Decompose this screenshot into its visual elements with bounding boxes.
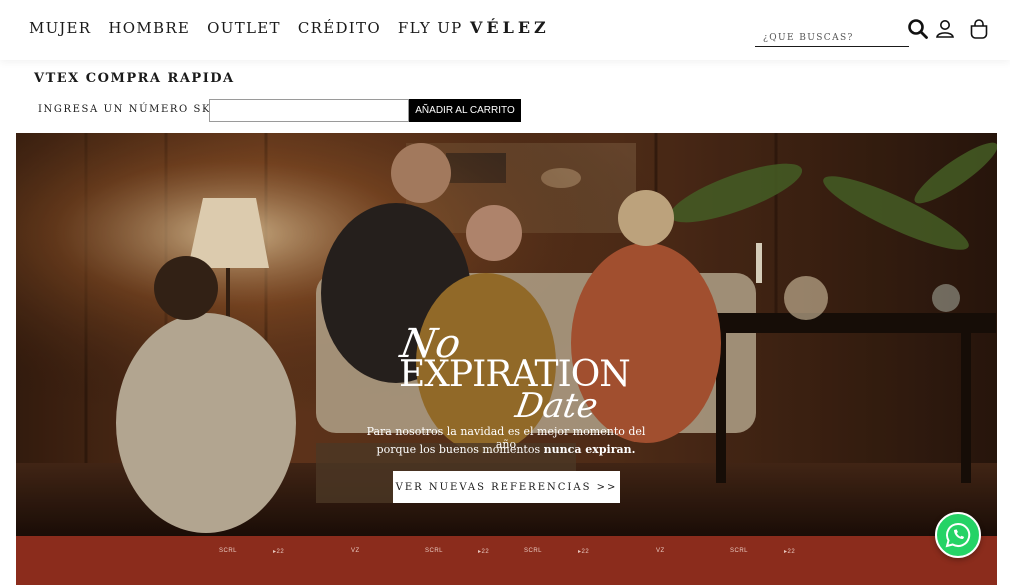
brand-logo-item: SCRL [524, 548, 543, 554]
brand-logo-item: SCRL [425, 548, 444, 554]
view-new-references-button[interactable]: VER NUEVAS REFERENCIAS >> [393, 471, 620, 503]
search-icon[interactable] [907, 18, 929, 40]
nav-hombre[interactable]: HOMBRE [108, 19, 190, 37]
sku-label: INGRESA UN NÚMERO SKU [38, 104, 221, 115]
brand-logo-item: ▸22 [578, 549, 590, 555]
nav-outlet[interactable]: OUTLET [207, 19, 281, 37]
brand-logo-item: SCRL [730, 548, 749, 554]
brand-logo-item: VZ [656, 548, 665, 554]
main-nav: MUJER HOMBRE OUTLET CRÉDITO FLY UP [29, 19, 463, 37]
whatsapp-icon [945, 522, 971, 548]
search-bar [755, 25, 909, 47]
add-to-cart-button[interactable]: AÑADIR AL CARRITO [409, 99, 521, 122]
search-input[interactable] [755, 25, 909, 47]
hero-banner[interactable]: No EXPIRATION Date Para nosotros la navi… [16, 133, 997, 536]
whatsapp-button[interactable] [935, 512, 981, 558]
nav-mujer[interactable]: MUJER [29, 19, 91, 37]
brand-logo-item: ▸22 [784, 549, 796, 555]
brand-logo-item: ▸22 [273, 549, 285, 555]
quick-buy-title: VTEX COMPRA RAPIDA [34, 71, 235, 86]
brand-logo-item: ▸22 [478, 549, 490, 555]
shopping-bag-icon[interactable] [968, 18, 990, 40]
user-icon[interactable] [934, 18, 956, 40]
brand-logo-item: SCRL [219, 548, 238, 554]
brand-logo[interactable]: VÉLEZ [470, 18, 550, 37]
site-header: MUJER HOMBRE OUTLET CRÉDITO FLY UP VÉLEZ [0, 0, 1010, 60]
brand-logo-item: VZ [351, 548, 360, 554]
brand-strip: SCRL ▸22 VZ SCRL ▸22 SCRL ▸22 VZ SCRL ▸2… [16, 536, 997, 585]
nav-credito[interactable]: CRÉDITO [298, 19, 381, 37]
nav-fly-up[interactable]: FLY UP [398, 19, 463, 37]
sku-input[interactable] [209, 99, 409, 122]
